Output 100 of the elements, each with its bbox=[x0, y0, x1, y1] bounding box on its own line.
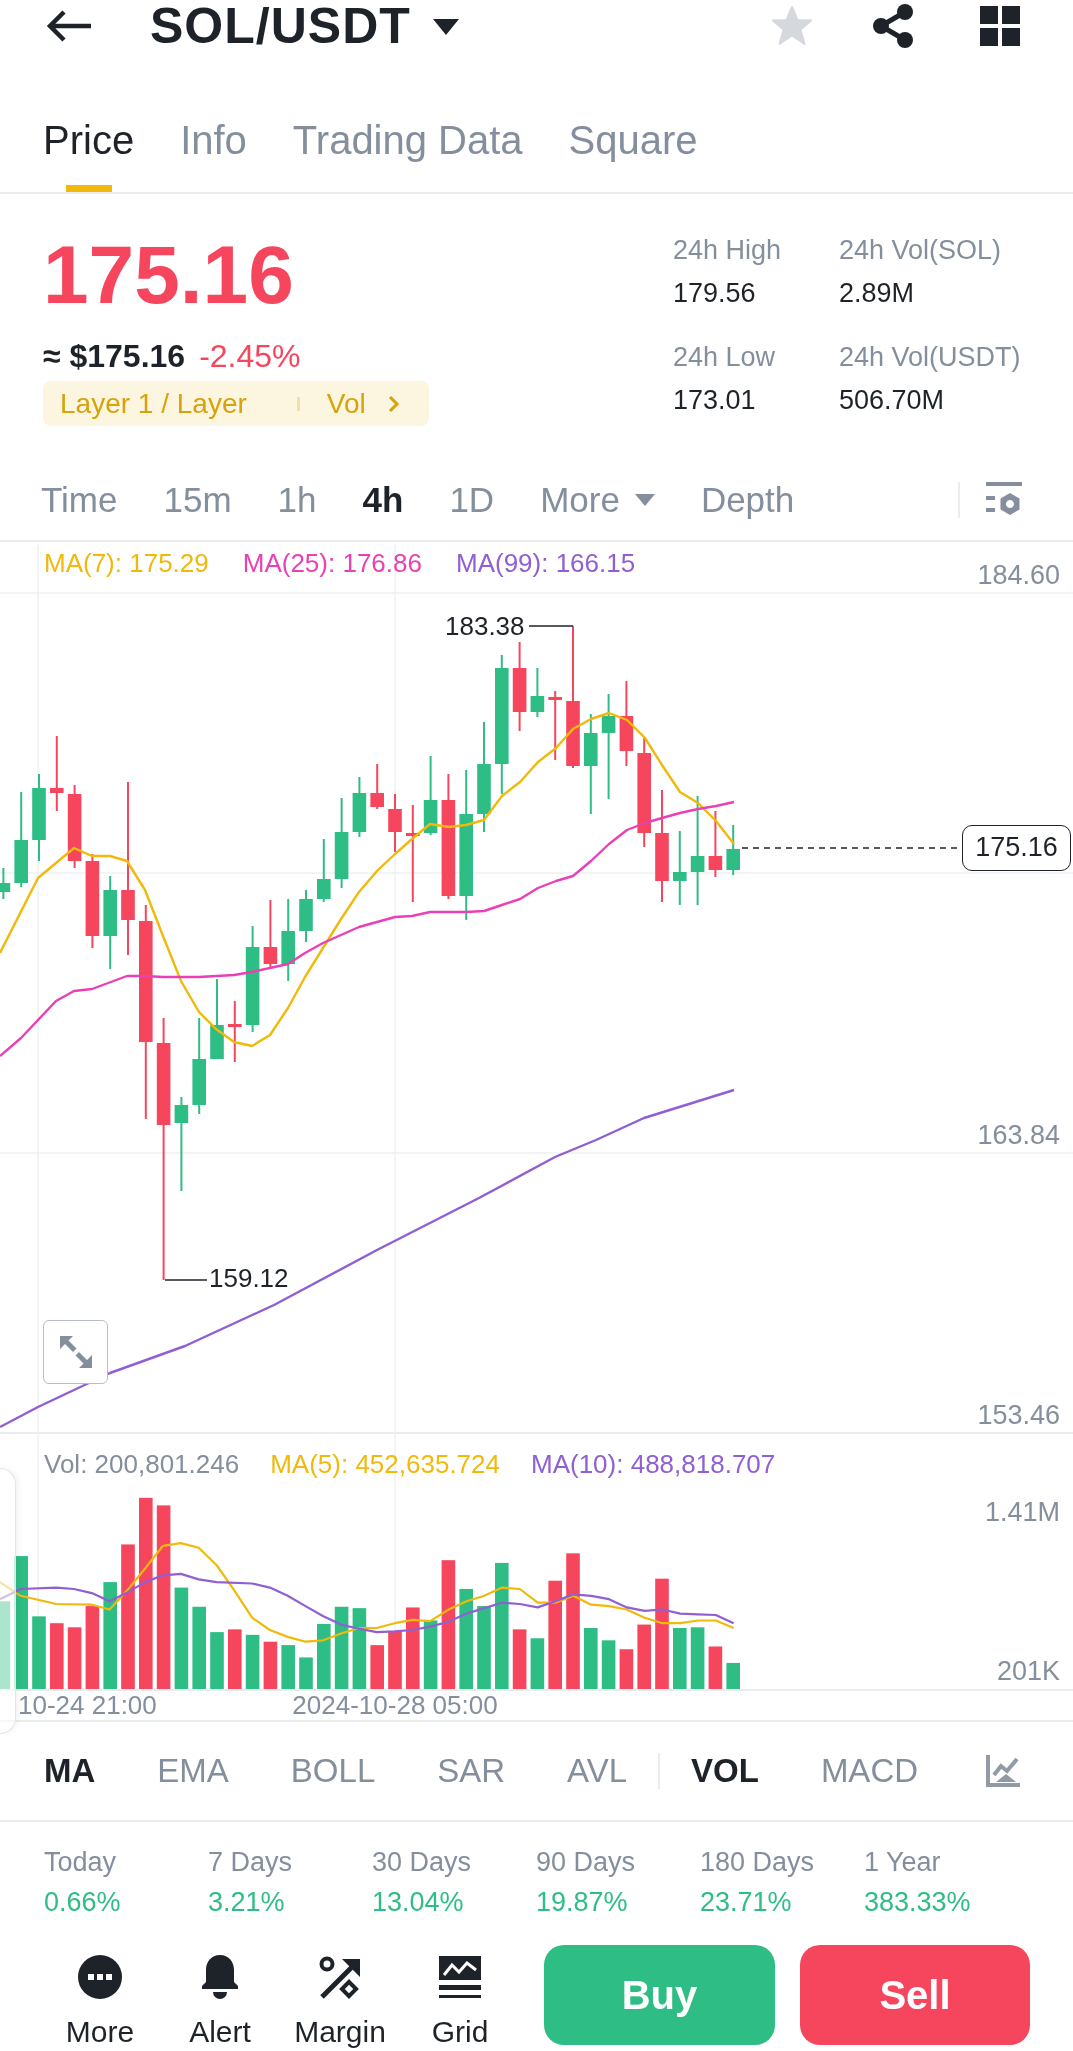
interval-tab[interactable]: 1D bbox=[449, 478, 495, 522]
period-change: 23.71% bbox=[700, 1886, 792, 1919]
indicator-tab[interactable]: EMA bbox=[126, 1749, 260, 1793]
chevron-right-icon[interactable] bbox=[387, 394, 400, 413]
stat-label: 24h Vol(SOL) bbox=[839, 234, 1003, 267]
volume-bar bbox=[317, 1623, 331, 1689]
toolbar-button[interactable]: More bbox=[40, 1925, 160, 2050]
volume-bar bbox=[281, 1645, 295, 1689]
fiat-price: ≈ $175.16 bbox=[43, 337, 186, 376]
ma-legend: MA(25): 176.86 bbox=[242, 546, 422, 580]
grid-icon[interactable] bbox=[980, 6, 1020, 46]
time-axis-label: 10-24 21:00 bbox=[18, 1689, 157, 1722]
stat-value: 173.01 bbox=[673, 384, 757, 417]
tab[interactable]: Info bbox=[180, 116, 247, 192]
volume-bar bbox=[299, 1657, 313, 1689]
back-arrow-icon[interactable] bbox=[45, 9, 93, 43]
price-axis-label: 163.84 bbox=[977, 1119, 1060, 1152]
toolbar-button[interactable]: Grid bbox=[400, 1925, 520, 2050]
tab[interactable]: Trading Data bbox=[292, 116, 523, 192]
percent-arrow-icon bbox=[318, 1955, 362, 1999]
star-icon[interactable] bbox=[770, 5, 814, 47]
volume-bar bbox=[388, 1631, 402, 1689]
volume-bar bbox=[619, 1649, 634, 1689]
pair-selector[interactable]: SOL/USDT bbox=[150, 0, 459, 52]
volume-bar bbox=[726, 1662, 740, 1689]
volume-bar bbox=[530, 1638, 545, 1689]
indicator-tab[interactable]: SAR bbox=[406, 1749, 537, 1793]
drawer-handle[interactable] bbox=[0, 1468, 16, 1734]
leader-line bbox=[164, 1279, 208, 1281]
tag-link[interactable]: Layer 1 / Layer bbox=[60, 386, 247, 421]
period-label: 7 Days bbox=[208, 1846, 293, 1879]
sell-button[interactable]: Sell bbox=[800, 1945, 1030, 2045]
interval-tab[interactable]: Depth bbox=[700, 478, 795, 522]
indicator-tab[interactable]: AVL bbox=[536, 1749, 659, 1793]
toolbar-button[interactable]: Margin bbox=[280, 1925, 400, 2050]
stat-label: 24h High bbox=[673, 234, 783, 267]
candlestick bbox=[370, 763, 384, 810]
stat-value: 506.70M bbox=[839, 384, 946, 417]
period-label: 180 Days bbox=[700, 1846, 815, 1879]
volume-axis-label: 201K bbox=[996, 1655, 1060, 1688]
stat-value: 2.89M bbox=[839, 277, 916, 310]
price-change: -2.45% bbox=[199, 337, 301, 376]
share-icon[interactable] bbox=[870, 3, 916, 49]
interval-tab[interactable]: 4h bbox=[362, 478, 404, 522]
candlestick bbox=[388, 793, 402, 853]
volume-bar bbox=[67, 1627, 82, 1689]
tab[interactable]: Price bbox=[43, 116, 135, 192]
caret-down-icon bbox=[432, 17, 459, 35]
caret-down-icon bbox=[634, 494, 655, 506]
candlestick bbox=[228, 1000, 242, 1063]
interval-tab[interactable]: Time bbox=[41, 478, 118, 522]
high-price-label: 183.38 bbox=[445, 610, 525, 643]
candlestick bbox=[263, 899, 278, 969]
tag-link[interactable]: Vol bbox=[326, 386, 366, 421]
volume-bar bbox=[423, 1620, 438, 1689]
period-change: 19.87% bbox=[536, 1886, 628, 1919]
volume-bar bbox=[210, 1632, 224, 1689]
ma-legend: MA(99): 166.15 bbox=[455, 546, 636, 580]
tab[interactable]: Square bbox=[568, 116, 698, 192]
volume-bar bbox=[690, 1627, 705, 1689]
volume-legend: MA(5): 452,635.724 bbox=[270, 1447, 500, 1481]
more-dropdown[interactable]: More bbox=[540, 478, 655, 522]
volume-bar bbox=[637, 1624, 651, 1689]
indicator-tab[interactable]: BOLL bbox=[259, 1749, 407, 1793]
last-price-tag: 175.16 bbox=[962, 825, 1071, 871]
volume-bar bbox=[601, 1640, 616, 1689]
candlestick bbox=[530, 667, 545, 718]
candlestick bbox=[317, 838, 331, 903]
leader-line bbox=[528, 625, 574, 627]
volume-bar bbox=[370, 1645, 384, 1689]
volume-bar bbox=[228, 1629, 242, 1689]
chart-line-icon[interactable] bbox=[986, 1755, 1020, 1787]
indicator-tab[interactable]: VOL bbox=[660, 1749, 790, 1793]
price-axis-label: 153.46 bbox=[977, 1399, 1060, 1432]
candlestick bbox=[0, 867, 11, 900]
toolbar-button[interactable]: Alert bbox=[160, 1925, 280, 2050]
chart-settings-icon[interactable] bbox=[986, 482, 1022, 518]
interval-tab[interactable]: 1h bbox=[277, 478, 317, 522]
volume-bar bbox=[708, 1646, 723, 1689]
stat-label: 24h Low bbox=[673, 341, 777, 374]
volume-bar bbox=[512, 1629, 527, 1689]
candlestick bbox=[352, 776, 367, 838]
candlestick bbox=[548, 690, 562, 761]
time-axis-label: 2024-10-28 05:00 bbox=[292, 1689, 498, 1722]
volume-bar bbox=[673, 1628, 687, 1689]
last-price: 175.16 bbox=[43, 230, 294, 320]
volume-bar bbox=[263, 1641, 278, 1689]
expand-button[interactable] bbox=[43, 1320, 108, 1384]
period-label: 1 Year bbox=[864, 1846, 941, 1879]
candlestick bbox=[726, 824, 740, 876]
period-change: 3.21% bbox=[208, 1886, 285, 1919]
period-label: 30 Days bbox=[372, 1846, 472, 1879]
indicator-tab[interactable]: MA bbox=[13, 1749, 127, 1793]
indicator-tab[interactable]: MACD bbox=[789, 1749, 950, 1793]
grid-chart-icon bbox=[438, 1955, 482, 1999]
buy-button[interactable]: Buy bbox=[544, 1945, 775, 2045]
volume-bar bbox=[584, 1628, 598, 1689]
stat-value: 179.56 bbox=[673, 277, 757, 310]
period-change: 13.04% bbox=[372, 1886, 464, 1919]
interval-tab[interactable]: 15m bbox=[163, 478, 232, 522]
